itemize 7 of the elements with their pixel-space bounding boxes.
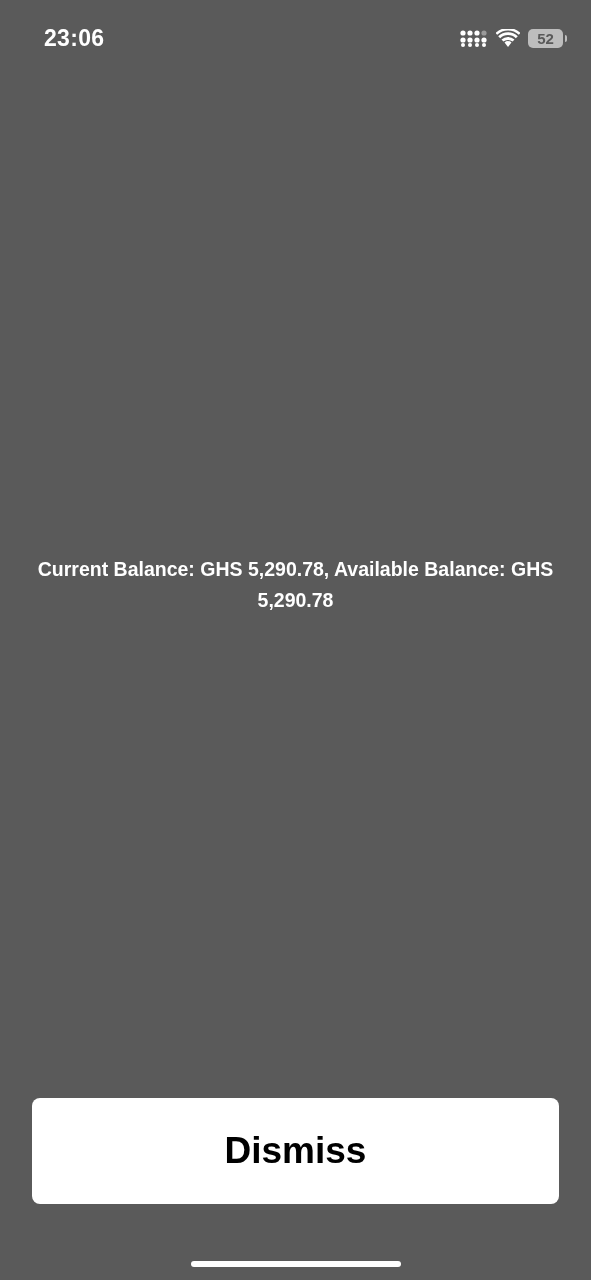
dismiss-button[interactable]: Dismiss: [32, 1098, 559, 1204]
status-time: 23:06: [44, 24, 105, 52]
battery-percent: 52: [537, 30, 554, 46]
signal-icon: [460, 29, 488, 47]
balance-message: Current Balance: GHS 5,290.78, Available Balance: GHS 5,290.78: [36, 557, 555, 613]
wifi-icon: [496, 29, 520, 47]
home-indicator[interactable]: [190, 1261, 401, 1267]
